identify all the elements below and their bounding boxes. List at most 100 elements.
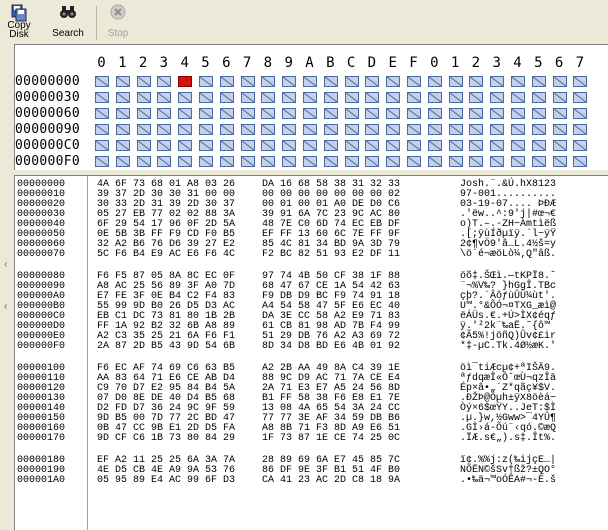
sector-cell[interactable]: [552, 156, 567, 167]
sector-cell[interactable]: [386, 76, 401, 87]
sector-cell[interactable]: [365, 140, 380, 151]
sector-cell[interactable]: [282, 92, 297, 103]
sector-cell[interactable]: [344, 108, 359, 119]
sector-cell[interactable]: [157, 124, 172, 135]
sector-cell[interactable]: [344, 92, 359, 103]
sector-cell[interactable]: [407, 140, 421, 151]
sector-cell[interactable]: [115, 92, 130, 103]
sector-cell[interactable]: [469, 76, 484, 87]
collapse-arrow-icon[interactable]: ‹: [4, 259, 10, 270]
sector-cell[interactable]: [407, 156, 421, 167]
sector-cell[interactable]: [365, 76, 380, 87]
sector-cell[interactable]: [490, 108, 505, 119]
sector-cell[interactable]: [199, 92, 213, 103]
sector-cell[interactable]: [531, 108, 546, 119]
sector-cell[interactable]: [136, 156, 151, 167]
sector-cell[interactable]: [469, 124, 484, 135]
sector-cell[interactable]: [115, 108, 130, 119]
sector-cell[interactable]: [136, 124, 151, 135]
sector-cell[interactable]: [365, 124, 380, 135]
sector-cell[interactable]: [511, 140, 525, 151]
search-button[interactable]: Search: [48, 4, 88, 42]
sector-cell[interactable]: [178, 156, 193, 167]
sector-cell[interactable]: [573, 156, 588, 167]
sector-cell[interactable]: [219, 108, 234, 119]
sector-cell[interactable]: [573, 92, 588, 103]
sector-cell[interactable]: [178, 108, 193, 119]
sector-cell[interactable]: [95, 124, 109, 135]
sector-cell[interactable]: [303, 124, 317, 135]
sector-cell[interactable]: [261, 92, 276, 103]
sector-cell[interactable]: [427, 76, 442, 87]
sector-cell[interactable]: [199, 124, 213, 135]
sector-cell[interactable]: [573, 124, 588, 135]
sector-cell[interactable]: [511, 156, 525, 167]
sector-cell[interactable]: [219, 124, 234, 135]
sector-cell[interactable]: [448, 124, 463, 135]
sector-cell[interactable]: [303, 140, 317, 151]
sector-cell[interactable]: [531, 156, 546, 167]
sector-cell[interactable]: [344, 156, 359, 167]
sector-cell[interactable]: [531, 140, 546, 151]
sector-cell[interactable]: [219, 92, 234, 103]
sector-cell[interactable]: [407, 92, 421, 103]
sector-cell[interactable]: [490, 92, 505, 103]
sector-cell[interactable]: [448, 156, 463, 167]
sector-cell[interactable]: [386, 108, 401, 119]
sector-cell[interactable]: [157, 76, 172, 87]
sector-cell[interactable]: [240, 108, 255, 119]
sector-cell[interactable]: [95, 108, 109, 119]
sector-cell[interactable]: [386, 140, 401, 151]
sector-cell[interactable]: [323, 92, 338, 103]
sector-cell[interactable]: [448, 76, 463, 87]
sector-cell[interactable]: [219, 76, 234, 87]
sector-cell[interactable]: [157, 140, 172, 151]
sector-cell[interactable]: [261, 76, 276, 87]
sector-cell[interactable]: [490, 124, 505, 135]
sector-cell[interactable]: [365, 108, 380, 119]
sector-cell[interactable]: [157, 92, 172, 103]
sector-cell[interactable]: [448, 92, 463, 103]
sector-cell[interactable]: [323, 108, 338, 119]
sector-cell[interactable]: [469, 156, 484, 167]
sector-cell[interactable]: [552, 92, 567, 103]
sector-cell[interactable]: [344, 76, 359, 87]
sector-cell[interactable]: [323, 76, 338, 87]
sector-cell[interactable]: [157, 156, 172, 167]
sector-cell[interactable]: [552, 124, 567, 135]
copy-disk-button[interactable]: Copy Disk: [4, 4, 34, 42]
sector-cell[interactable]: [448, 108, 463, 119]
sector-cell[interactable]: [282, 108, 297, 119]
sector-cell[interactable]: [511, 108, 525, 119]
sector-cell[interactable]: [552, 140, 567, 151]
sector-cell[interactable]: [199, 156, 213, 167]
sector-cell[interactable]: [469, 92, 484, 103]
sector-cell[interactable]: [490, 76, 505, 87]
sector-cell[interactable]: [282, 156, 297, 167]
sector-cell[interactable]: [282, 76, 297, 87]
sector-cell[interactable]: [282, 124, 297, 135]
sector-cell[interactable]: [240, 92, 255, 103]
sector-cell[interactable]: [303, 92, 317, 103]
sector-cell[interactable]: [178, 92, 193, 103]
sector-cell[interactable]: [240, 124, 255, 135]
sector-cell[interactable]: [365, 156, 380, 167]
sector-cell[interactable]: [365, 92, 380, 103]
sector-cell[interactable]: [240, 156, 255, 167]
sector-cell[interactable]: [490, 156, 505, 167]
collapse-arrow-icon[interactable]: ‹: [4, 301, 10, 312]
sector-cell[interactable]: [323, 124, 338, 135]
sector-cell[interactable]: [178, 124, 193, 135]
sector-cell[interactable]: [407, 108, 421, 119]
sector-cell[interactable]: [344, 140, 359, 151]
sector-cell[interactable]: [573, 108, 588, 119]
sector-cell[interactable]: [95, 156, 109, 167]
sector-cell[interactable]: [261, 156, 276, 167]
sector-cell[interactable]: [552, 108, 567, 119]
sector-cell[interactable]: [407, 124, 421, 135]
sector-cell[interactable]: [199, 76, 213, 87]
sector-cell[interactable]: [178, 140, 193, 151]
sector-cell[interactable]: [386, 92, 401, 103]
sector-cell[interactable]: [427, 124, 442, 135]
sector-cell[interactable]: [427, 140, 442, 151]
